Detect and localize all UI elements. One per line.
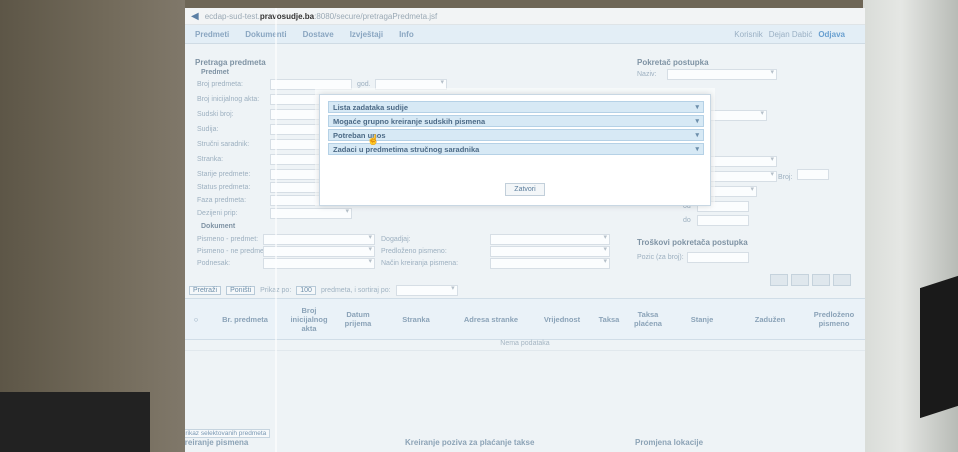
col-stanje[interactable]: Stanje	[671, 299, 733, 339]
naziv-select[interactable]	[667, 68, 777, 80]
field-label: Status predmeta:	[197, 184, 251, 191]
pokretac-title: Pokretač postupka	[637, 58, 709, 67]
col-adresa[interactable]: Adresa stranke	[451, 299, 531, 339]
accordion-grupno-kreiranje[interactable]: Mogaće grupno kreiranje sudskih pismena …	[328, 115, 704, 127]
troskovi-title: Troškovi pokretača postupka	[637, 238, 748, 247]
dezijeni-select[interactable]	[270, 207, 352, 219]
do-date-input[interactable]	[697, 215, 749, 226]
accordion-zadaci-saradnika[interactable]: Zadaci u predmetima stručnog saradnika ▾	[328, 143, 704, 155]
tasks-dialog: Lista zadataka sudije ▾ Mogaće grupno kr…	[319, 94, 711, 206]
projected-screen: ◀ ecdap-sud-test.pravosudje.ba:8080/secu…	[185, 8, 865, 452]
page-size-select[interactable]: 100	[296, 285, 316, 295]
pager-bar: Pretraži Poništi Prikaz po: 100 predmeta…	[185, 283, 865, 297]
col-br-predmeta[interactable]: Br. predmeta	[205, 299, 285, 339]
hand-cursor-icon: ☝	[367, 135, 380, 146]
menu-izvjestaji[interactable]: Izvještaji	[350, 30, 383, 39]
pozicija-input[interactable]	[687, 252, 749, 263]
col-vrijednost[interactable]: Vrijednost	[533, 299, 591, 339]
accordion-potreban-unos[interactable]: Potreban unos ▾	[328, 129, 704, 141]
selected-items-link[interactable]: Prikaz selektovanih predmeta	[185, 429, 271, 438]
field-label: Broj predmeta:	[197, 81, 243, 88]
broj-input[interactable]	[797, 169, 829, 180]
predlozeno-select[interactable]	[490, 245, 610, 257]
menu-predmeti[interactable]: Predmeti	[195, 30, 229, 39]
doc-label: Pismeno - ne predmeti:	[197, 248, 270, 255]
col-predlozeno[interactable]: Predloženo pismeno	[805, 299, 863, 339]
menu-dostave[interactable]: Dostave	[303, 30, 334, 39]
field-label: Sudija:	[197, 126, 219, 133]
sort-select[interactable]	[395, 284, 458, 296]
podnesak-select[interactable]	[263, 257, 375, 269]
accordion-lista-zadataka[interactable]: Lista zadataka sudije ▾	[328, 101, 704, 113]
light-beam	[275, 8, 277, 452]
col-zaduzen[interactable]: Zadužen	[735, 299, 805, 339]
menu-info[interactable]: Info	[399, 30, 414, 39]
chevron-down-icon: ▾	[695, 132, 699, 139]
broj-label: Broj:	[778, 174, 793, 181]
address-bar[interactable]: ◀ ecdap-sud-test.pravosudje.ba:8080/secu…	[185, 8, 865, 25]
user-link[interactable]: Dejan Dabić	[769, 30, 813, 39]
col-taksa-placena[interactable]: Taksa plaćena	[627, 299, 669, 339]
col-taksa[interactable]: Taksa	[593, 299, 625, 339]
pozicija-label: Pozic (za broj):	[637, 254, 684, 261]
accordion-label: Lista zadataka sudije	[333, 102, 409, 112]
logout-link[interactable]: Odjava	[818, 30, 845, 39]
section-promjena-lokacije: Promjena lokacije	[635, 438, 704, 447]
main-menu: Predmeti Dokumenti Dostave Izvještaji In…	[185, 25, 865, 44]
field-label: Faza predmeta:	[197, 197, 247, 204]
doc-label: Dogadjaj:	[381, 236, 411, 243]
close-button[interactable]: Zatvori	[505, 183, 545, 196]
doc-label: Način kreiranja pismena:	[381, 260, 459, 267]
pismeno-predmet-select[interactable]	[263, 233, 375, 245]
sort-label: predmeta, i sortiraj po:	[320, 286, 391, 294]
select-all-checkbox[interactable]: ○	[189, 299, 203, 339]
back-arrow-icon[interactable]: ◀	[191, 11, 199, 22]
user-label: Korisnik	[734, 29, 763, 39]
do-label: do	[683, 217, 691, 224]
doc-label: Pismeno - predmet:	[197, 236, 259, 243]
dark-object	[0, 392, 150, 452]
section-kreiranje-pismena: Kreiranje pismena	[185, 438, 249, 447]
field-label: Stranka:	[197, 156, 224, 163]
god-label: god.	[357, 81, 371, 88]
doc-label: Predloženo pismeno:	[381, 248, 447, 255]
chevron-down-icon: ▾	[695, 118, 699, 125]
url-text[interactable]: ecdap-sud-test.pravosudje.ba:8080/secure…	[205, 12, 438, 21]
col-inicijalni-akt[interactable]: Broj inicijalnog akta	[285, 299, 333, 339]
chevron-down-icon: ▾	[695, 146, 699, 153]
search-button[interactable]: Pretraži	[189, 285, 222, 295]
dokument-header: Dokument	[201, 223, 236, 230]
section-poziv-taksa: Kreiranje poziva za plaćanje takse	[405, 438, 535, 447]
monitor-edge	[920, 275, 958, 419]
field-label: Broj inicijalnog akta:	[197, 96, 260, 103]
col-datum-prijema[interactable]: Datum prijema	[335, 299, 381, 339]
field-label: Starije predmete:	[197, 171, 251, 178]
field-label: Dezijeni prip:	[197, 210, 238, 217]
dogadjaj-select[interactable]	[490, 233, 610, 245]
nacin-select[interactable]	[490, 257, 610, 269]
menu-dokumenti[interactable]: Dokumenti	[245, 30, 286, 39]
reset-button[interactable]: Poništi	[226, 285, 256, 295]
naziv-label: Naziv:	[637, 71, 657, 78]
field-label: Sudski broj:	[197, 111, 234, 118]
empty-table-message: Nema podataka	[185, 338, 865, 351]
results-table-header: ○ Br. predmeta Broj inicijalnog akta Dat…	[185, 298, 865, 340]
field-label: Stručni saradnik:	[197, 141, 250, 148]
search-title: Pretraga predmeta	[195, 58, 266, 67]
chevron-down-icon: ▾	[695, 104, 699, 111]
pismeno-ne-select[interactable]	[263, 245, 375, 257]
user-area: Korisnik Dejan Dabić Odjava	[734, 30, 845, 39]
accordion-label: Mogaće grupno kreiranje sudskih pismena	[333, 116, 486, 126]
wall-left	[0, 0, 185, 452]
predmet-header: Predmet	[201, 69, 230, 76]
doc-label: Podnesak:	[197, 260, 231, 267]
accordion-label: Zadaci u predmetima stručnog saradnika	[333, 144, 480, 154]
col-stranka[interactable]: Stranka	[383, 299, 449, 339]
